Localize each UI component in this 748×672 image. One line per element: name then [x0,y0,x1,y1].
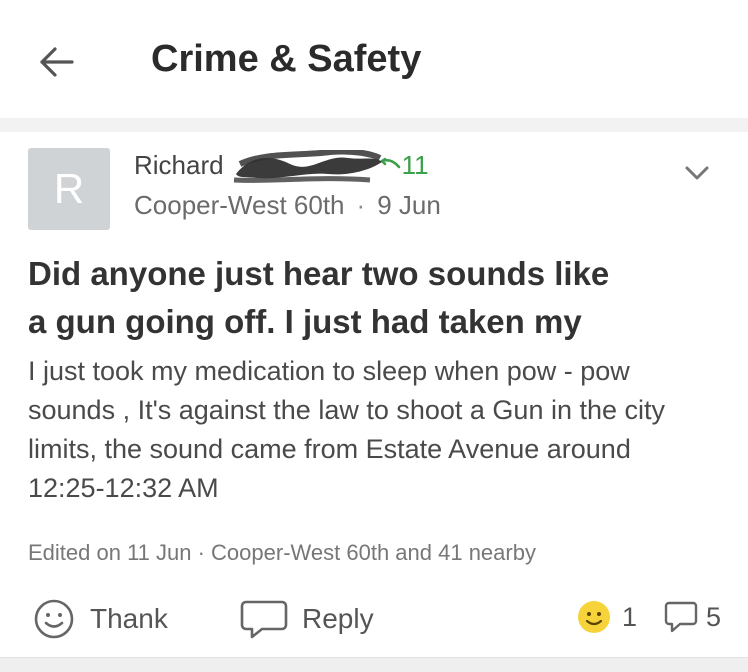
chevron-down-icon [685,166,709,180]
leaf-icon [380,157,400,169]
neighborhood-link[interactable]: Cooper-West 60th [134,190,345,221]
reaction-count[interactable]: 1 [576,599,637,635]
post-subject[interactable]: Did anyone just hear two sounds like a g… [28,250,718,346]
thanks-indicator: 11 [380,150,429,181]
meta-separator: · [356,190,366,220]
body-line: 12:25-12:32 AM [28,473,219,503]
reply-count-value: 5 [706,601,722,632]
redaction-scribble [233,150,382,183]
edited-note[interactable]: Edited on 11 Jun · Cooper-West 60th and … [28,540,536,566]
reaction-count-value: 1 [622,601,638,632]
section-divider [0,118,748,133]
app-header: Crime & Safety [0,0,748,119]
speech-bubble-icon [240,600,288,639]
thanks-count: 11 [401,149,429,180]
reply-count[interactable]: 5 [664,599,721,635]
smiley-icon [34,599,74,639]
post-options-button[interactable] [680,156,714,190]
body-line: I just took my medication to sleep when … [28,356,630,386]
thank-button[interactable]: Thank [32,597,168,641]
subject-line: a gun going off. I just had taken my [28,303,582,340]
post-actions: Thank Reply 1 5 [0,587,748,647]
smiley-emoji-icon [578,601,610,633]
thank-label: Thank [90,603,168,634]
bottom-divider [0,657,748,672]
body-line: limits, the sound came from Estate Avenu… [28,434,631,464]
back-button[interactable] [36,42,76,82]
post-meta: Cooper-West 60th · 9 Jun [134,190,441,221]
author-name[interactable]: Richard [134,150,224,181]
post-body[interactable]: I just took my medication to sleep when … [28,352,728,508]
page-title: Crime & Safety [151,38,422,80]
reply-label: Reply [302,603,374,634]
avatar[interactable]: R [28,148,110,230]
arrow-left-icon [40,47,74,77]
reply-button[interactable]: Reply [240,597,374,641]
body-line: sounds , It's against the law to shoot a… [28,395,666,425]
post-date: 9 Jun [377,190,441,220]
subject-line: Did anyone just hear two sounds like [28,255,610,292]
author-line: Richard 11 [134,148,429,183]
post-card: R Richard 11 Cooper-West 60th · 9 Jun Di… [0,132,748,671]
comment-icon [664,601,698,633]
